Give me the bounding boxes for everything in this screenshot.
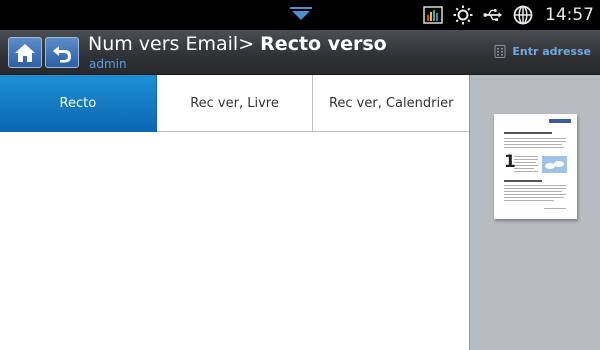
duplex-option-tabs: Recto Rec ver, Livre Rec ver, Calendrier [0, 75, 470, 132]
notification-pulldown-icon[interactable] [289, 6, 313, 22]
status-bar: 14:57 [0, 0, 600, 30]
title-bar: Num vers Email> Recto verso admin Entr a… [0, 30, 600, 75]
page-title: Num vers Email> Recto verso [88, 33, 387, 55]
tab-recto-verso-livre[interactable]: Rec ver, Livre [156, 75, 314, 132]
enter-address-button[interactable]: Entr adresse [494, 45, 591, 58]
enter-address-label: Entr adresse [512, 45, 591, 58]
title-prefix: Num vers Email> [88, 33, 261, 55]
home-icon [15, 43, 35, 62]
usb-icon [483, 5, 503, 25]
back-arrow-icon [53, 45, 71, 62]
tab-recto[interactable]: Recto [0, 75, 157, 132]
address-book-icon [494, 45, 506, 58]
document-preview-thumbnail: 1 [494, 114, 577, 219]
page-number: 1 [504, 152, 516, 172]
title-bold: Recto verso [260, 33, 387, 55]
content-area [0, 132, 469, 350]
logged-in-user: admin [89, 57, 127, 71]
tab-recto-verso-calendrier[interactable]: Rec ver, Calendrier [313, 75, 470, 132]
preview-panel: 1 [469, 75, 600, 350]
back-button[interactable] [45, 37, 79, 68]
signal-bars-icon [423, 5, 443, 25]
globe-icon [513, 5, 533, 25]
brightness-icon [453, 5, 473, 25]
home-button[interactable] [8, 37, 42, 68]
clock: 14:57 [545, 5, 594, 25]
